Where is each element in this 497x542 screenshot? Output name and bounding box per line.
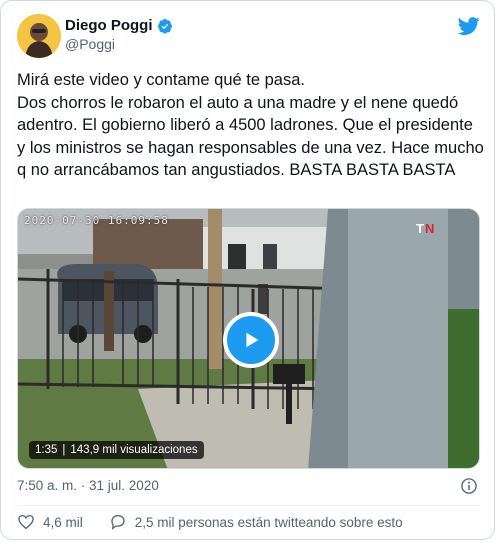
tweet-text: Mirá este video y contame qué te pasa. D…: [17, 71, 484, 179]
video-stats-bar: 1:35 | 143,9 mil visualizaciones: [29, 441, 204, 459]
twitter-bird-icon[interactable]: [458, 15, 480, 37]
camera-timestamp: 2020-07-30 16:09:58: [24, 214, 169, 227]
video-duration: 1:35: [35, 444, 58, 456]
speech-bubble-icon: [111, 514, 125, 530]
action-bar: 4,6 mil 2,5 mil personas están twitteand…: [17, 513, 429, 531]
tweet-timestamp[interactable]: 7:50 a. m. · 31 jul. 2020: [17, 478, 159, 493]
svg-text:T: T: [416, 221, 424, 236]
tweet-card: Diego Poggi @Poggi Mirá este video y con…: [0, 0, 495, 540]
conversation-link[interactable]: 2,5 mil personas están twitteando sobre …: [109, 513, 403, 531]
stats-separator: |: [62, 444, 66, 456]
video-views: 143,9 mil visualizaciones: [70, 444, 198, 456]
heart-icon: [18, 514, 34, 530]
tn-logo-icon: T N: [416, 221, 434, 236]
conversation-text: 2,5 mil personas están twitteando sobre …: [134, 514, 403, 530]
info-icon[interactable]: [460, 477, 478, 495]
like-button[interactable]: 4,6 mil: [17, 513, 83, 531]
verified-badge-icon: [157, 18, 172, 34]
play-icon: [246, 332, 259, 348]
like-count: 4,6 mil: [43, 514, 83, 530]
play-button[interactable]: [223, 312, 279, 368]
divider: [17, 505, 480, 506]
author-display-name[interactable]: Diego Poggi: [65, 17, 153, 34]
video-player[interactable]: 2020-07-30 16:09:58 T N 1:35 | 143,9 mil…: [17, 208, 480, 469]
author-handle[interactable]: @Poggi: [65, 36, 115, 52]
avatar[interactable]: [17, 14, 61, 58]
svg-text:N: N: [425, 221, 434, 236]
author-name[interactable]: Diego Poggi: [65, 17, 173, 34]
